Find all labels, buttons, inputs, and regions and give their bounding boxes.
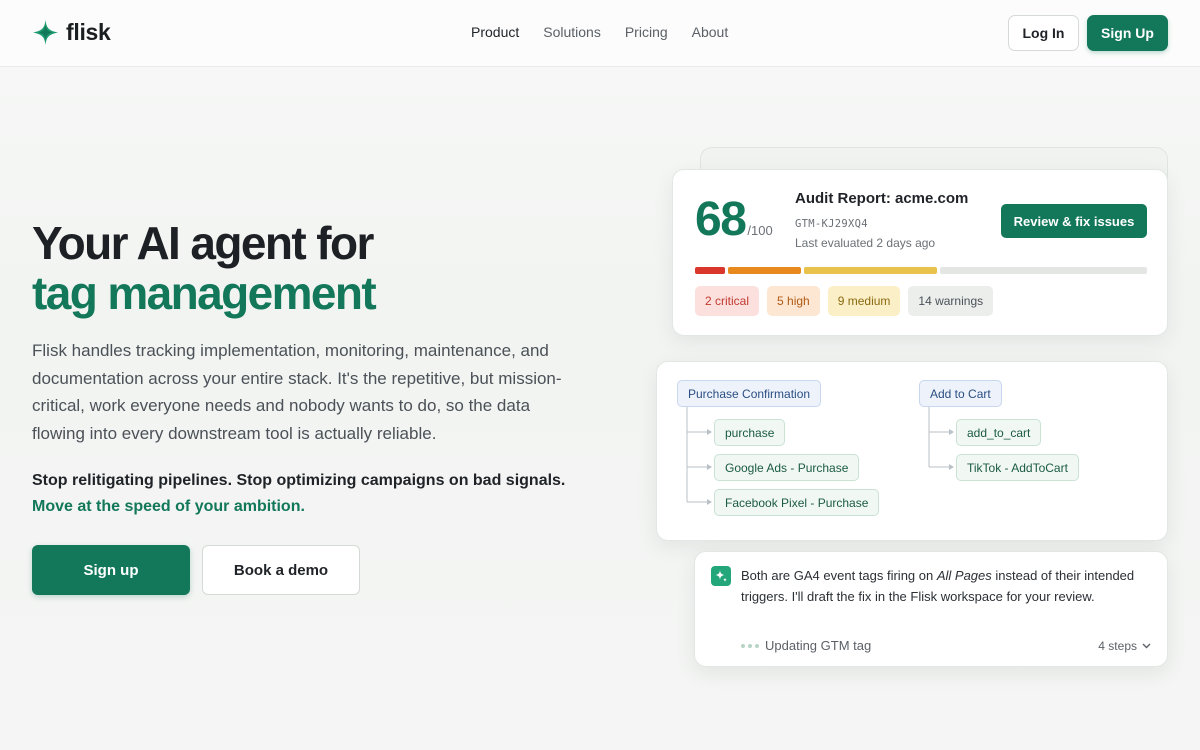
login-button[interactable]: Log In xyxy=(1008,15,1079,51)
sparkle-logo-icon xyxy=(32,19,59,46)
agent-message-card: Both are GA4 event tags firing on All Pa… xyxy=(694,551,1168,667)
loading-dots-icon xyxy=(741,643,759,648)
agent-steps-label: 4 steps xyxy=(1098,639,1137,653)
hero-title-line1: Your AI agent for xyxy=(32,217,374,269)
sparkle-agent-icon xyxy=(711,566,731,586)
agent-message-emphasis: All Pages xyxy=(936,568,992,583)
hero-tagline-line2: Move at the speed of your ambition. xyxy=(32,498,305,515)
tag-purchase[interactable]: purchase xyxy=(714,419,786,446)
main-nav: Product Solutions Pricing About xyxy=(471,24,728,40)
gtm-container-id: GTM-KJ29XQ4 xyxy=(795,218,868,230)
badge-critical[interactable]: 2 critical xyxy=(695,286,760,316)
nav-item-pricing[interactable]: Pricing xyxy=(625,24,668,40)
audit-evaluated-time: Last evaluated 2 days ago xyxy=(795,236,936,250)
audit-report-card: 68 /100 Audit Report: acme.com GTM-KJ29X… xyxy=(672,169,1168,336)
tag-facebook-pixel-purchase[interactable]: Facebook Pixel - Purchase xyxy=(714,489,880,516)
agent-status: Updating GTM tag xyxy=(741,638,871,653)
hero-description: Flisk handles tracking implementation, m… xyxy=(32,341,562,443)
brand-name: flisk xyxy=(66,19,111,45)
severity-badges: 2 critical 5 high 9 medium 14 warnings xyxy=(695,286,994,316)
audit-title: Audit Report: acme.com xyxy=(795,190,969,207)
trigger-add-to-cart[interactable]: Add to Cart xyxy=(919,380,1002,407)
agent-status-text: Updating GTM tag xyxy=(765,638,872,653)
badge-medium[interactable]: 9 medium xyxy=(827,286,901,316)
severity-segment-warnings xyxy=(940,267,1147,274)
book-demo-button[interactable]: Book a demo xyxy=(202,545,360,595)
hero-title-line2: tag management xyxy=(32,267,377,319)
trigger-tree-card: Purchase Confirmation purchase Google Ad… xyxy=(656,361,1168,541)
nav-item-solutions[interactable]: Solutions xyxy=(543,24,601,40)
audit-score: 68 /100 xyxy=(695,194,773,246)
nav-item-about[interactable]: About xyxy=(692,24,729,40)
severity-bar xyxy=(695,267,1147,274)
severity-segment-high xyxy=(727,267,802,274)
severity-segment-critical xyxy=(695,267,725,274)
severity-segment-medium xyxy=(804,267,938,274)
brand-logo[interactable]: flisk xyxy=(32,19,111,46)
signup-button[interactable]: Sign up xyxy=(32,545,190,595)
signup-header-button[interactable]: Sign Up xyxy=(1087,15,1168,51)
nav-item-product[interactable]: Product xyxy=(471,24,519,40)
hero-title: Your AI agent for tag management xyxy=(32,217,377,319)
badge-high[interactable]: 5 high xyxy=(767,286,820,316)
agent-message-part1: Both are GA4 event tags firing on xyxy=(741,568,937,583)
tag-add-to-cart[interactable]: add_to_cart xyxy=(956,419,1042,446)
chevron-down-icon xyxy=(1142,643,1151,649)
audit-score-max: /100 xyxy=(747,223,773,238)
trigger-purchase-confirmation[interactable]: Purchase Confirmation xyxy=(677,380,822,407)
site-header: flisk Product Solutions Pricing About Lo… xyxy=(0,0,1200,67)
review-fix-button[interactable]: Review & fix issues xyxy=(1001,204,1147,238)
tag-google-ads-purchase[interactable]: Google Ads - Purchase xyxy=(714,454,860,481)
tag-tiktok-addtocart[interactable]: TikTok - AddToCart xyxy=(956,454,1079,481)
badge-warnings[interactable]: 14 warnings xyxy=(908,286,994,316)
agent-message: Both are GA4 event tags firing on All Pa… xyxy=(741,566,1153,607)
agent-steps-toggle[interactable]: 4 steps xyxy=(1098,639,1151,653)
hero-tagline-line1: Stop relitigating pipelines. Stop optimi… xyxy=(32,472,566,489)
audit-score-value: 68 xyxy=(695,193,747,246)
hero-tagline: Stop relitigating pipelines. Stop optimi… xyxy=(32,468,565,520)
